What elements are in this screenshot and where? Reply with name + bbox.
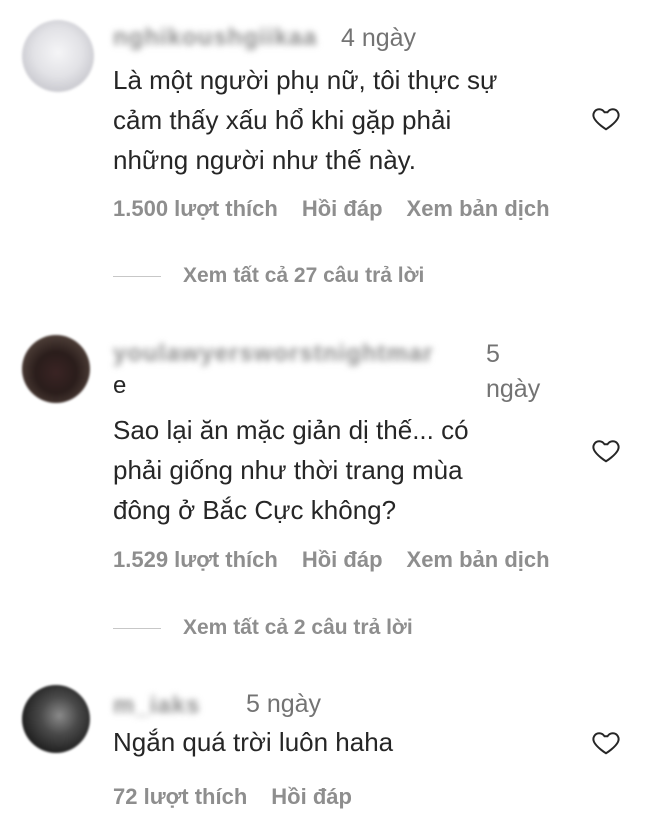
- translate-button[interactable]: Xem bản dịch: [407, 196, 550, 221]
- username-blurred[interactable]: m_iaks: [113, 692, 231, 718]
- comment-text: Sao lại ăn mặc giản dị thế... có phải gi…: [113, 415, 469, 525]
- avatar[interactable]: [22, 685, 90, 753]
- comment-time-number: 5: [486, 340, 500, 368]
- comment-time-unit: ngày: [486, 375, 541, 403]
- comment-time: 5 ngày: [246, 690, 322, 718]
- comment-actions: 1.500 lượt thích Hồi đáp Xem bản dịch: [113, 196, 574, 222]
- username-tail: e: [113, 372, 127, 399]
- comment-actions: 1.529 lượt thích Hồi đáp Xem bản dịch: [113, 547, 574, 573]
- avatar[interactable]: [22, 20, 94, 92]
- view-replies[interactable]: Xem tất cả 2 câu trả lời: [113, 616, 413, 646]
- translate-button[interactable]: Xem bản dịch: [407, 547, 550, 572]
- view-replies[interactable]: Xem tất cả 27 câu trả lời: [113, 264, 424, 294]
- comment-actions: 72 lượt thích Hồi đáp: [113, 784, 376, 810]
- like-count[interactable]: 1.529 lượt thích: [113, 547, 278, 572]
- username-blurred[interactable]: youlawyersworstnightmar: [113, 340, 475, 366]
- comment-time: 4 ngày: [341, 24, 417, 52]
- heart-outline-icon[interactable]: [590, 435, 622, 465]
- heart-outline-icon[interactable]: [590, 727, 622, 757]
- like-count[interactable]: 72 lượt thích: [113, 784, 247, 809]
- reply-button[interactable]: Hồi đáp: [271, 784, 352, 809]
- comment-text: Ngắn quá trời luôn haha: [113, 727, 394, 757]
- divider-line: [113, 275, 161, 277]
- reply-button[interactable]: Hồi đáp: [302, 547, 383, 572]
- comment-text: Là một người phụ nữ, tôi thực sự cảm thấ…: [113, 65, 498, 175]
- like-count[interactable]: 1.500 lượt thích: [113, 196, 278, 221]
- heart-outline-icon[interactable]: [590, 103, 622, 133]
- view-replies-label[interactable]: Xem tất cả 2 câu trả lời: [183, 616, 413, 639]
- reply-button[interactable]: Hồi đáp: [302, 196, 383, 221]
- view-replies-label[interactable]: Xem tất cả 27 câu trả lời: [183, 264, 424, 287]
- divider-line: [113, 627, 161, 629]
- username-blurred[interactable]: nghikoushgiikaa: [113, 24, 335, 50]
- avatar[interactable]: [22, 335, 90, 403]
